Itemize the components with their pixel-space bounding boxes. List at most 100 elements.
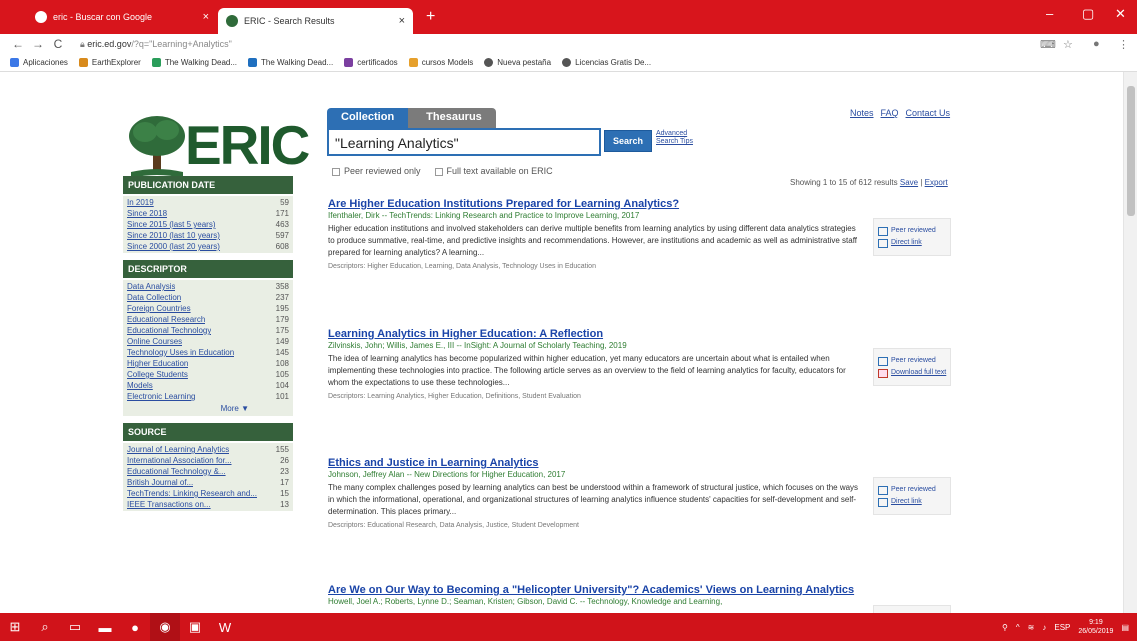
result-title-link[interactable]: Learning Analytics in Higher Education: … bbox=[328, 328, 863, 340]
facet-item[interactable]: Since 2000 (last 20 years) 608 bbox=[127, 241, 289, 252]
pdf-icon bbox=[878, 368, 888, 378]
facet-item[interactable]: Educational Technology &... 23 bbox=[127, 466, 289, 477]
task-view-icon[interactable]: ▭ bbox=[60, 613, 90, 641]
maximize-button[interactable]: ▢ bbox=[1082, 6, 1094, 22]
direct-link[interactable]: Direct link bbox=[878, 496, 946, 508]
save-link[interactable]: Save bbox=[900, 178, 918, 187]
bookmark-item[interactable]: Aplicaciones bbox=[10, 58, 68, 67]
peer-reviewed-icon bbox=[878, 356, 888, 366]
facet-item[interactable]: In 2019 59 bbox=[127, 197, 289, 208]
tab-thesaurus[interactable]: Thesaurus bbox=[408, 108, 496, 128]
result-author: Ifenthaler, Dirk -- TechTrends: Linking … bbox=[328, 211, 640, 220]
address-bar-row: ← → C 🔒︎ eric.ed.gov/?q="Learning+Analyt… bbox=[0, 34, 1137, 54]
new-tab-button[interactable]: + bbox=[426, 9, 435, 25]
bookmark-item[interactable]: The Walking Dead... bbox=[151, 58, 237, 67]
tab-google-search[interactable]: eric - Buscar con Google × bbox=[27, 5, 217, 29]
result-description: The many complex challenges posed by lea… bbox=[328, 483, 859, 516]
tab-close-icon[interactable]: × bbox=[399, 15, 405, 27]
result-author: Zilvinskis, John; Willis, James E., III … bbox=[328, 341, 627, 350]
facet-item[interactable]: Since 2015 (last 5 years) 463 bbox=[127, 219, 289, 230]
file-explorer-icon[interactable]: ▬ bbox=[90, 613, 120, 641]
facet-item[interactable]: Models 104 bbox=[127, 380, 289, 391]
tab-close-icon[interactable]: × bbox=[203, 11, 209, 23]
result-title-link[interactable]: Are We on Our Way to Becoming a "Helicop… bbox=[328, 584, 863, 596]
result-title-link[interactable]: Are Higher Education Institutions Prepar… bbox=[328, 198, 863, 210]
language-indicator[interactable]: ESP bbox=[1054, 623, 1070, 632]
eric-favicon-icon bbox=[226, 15, 238, 27]
url-path: /?q="Learning+Analytics" bbox=[131, 38, 232, 49]
person-icon[interactable]: ⚲ bbox=[1002, 623, 1008, 632]
profile-icon[interactable]: ● bbox=[1093, 38, 1100, 50]
forward-button[interactable]: → bbox=[28, 37, 48, 51]
advanced-search-link[interactable]: Advanced Search Tips bbox=[656, 130, 693, 146]
menu-kebab-icon[interactable]: ⋮ bbox=[1118, 38, 1129, 51]
scrollbar-thumb[interactable] bbox=[1127, 86, 1135, 216]
direct-link[interactable]: Direct link bbox=[878, 237, 946, 249]
facet-item[interactable]: Journal of Learning Analytics 155 bbox=[127, 444, 289, 455]
volume-icon[interactable]: ♪ bbox=[1042, 623, 1046, 632]
clock[interactable]: 9:19 26/05/2019 bbox=[1078, 618, 1113, 636]
bookmark-item[interactable]: The Walking Dead... bbox=[248, 58, 333, 67]
facet-item[interactable]: Foreign Countries 195 bbox=[127, 303, 289, 314]
facet-item[interactable]: TechTrends: Linking Research and... 15 bbox=[127, 488, 289, 499]
bookmark-item[interactable]: EarthExplorer bbox=[78, 58, 141, 67]
firefox-icon[interactable]: ● bbox=[120, 613, 150, 641]
notifications-icon[interactable]: ▤ bbox=[1121, 623, 1129, 632]
bookmark-item[interactable]: certificados bbox=[344, 58, 398, 67]
facet-item[interactable]: Since 2010 (last 10 years) 597 bbox=[127, 230, 289, 241]
facet-item[interactable]: International Association for... 26 bbox=[127, 455, 289, 466]
back-button[interactable]: ← bbox=[8, 37, 28, 51]
bookmark-icon bbox=[248, 58, 258, 67]
download-full-text-link[interactable]: Download full text bbox=[878, 367, 946, 379]
export-link[interactable]: Export bbox=[925, 178, 948, 187]
faq-link[interactable]: FAQ bbox=[881, 108, 899, 118]
bookmark-item[interactable]: Licencias Gratis De... bbox=[562, 58, 651, 67]
tab-collection[interactable]: Collection bbox=[327, 108, 409, 128]
url-field[interactable]: 🔒︎ eric.ed.gov/?q="Learning+Analytics" bbox=[80, 39, 232, 50]
start-button[interactable]: ⊞ bbox=[0, 613, 30, 641]
result-descriptors: Descriptors: Educational Research, Data … bbox=[328, 522, 579, 529]
bookmark-star-icon[interactable]: ☆ bbox=[1063, 38, 1073, 51]
app-icon[interactable]: ▣ bbox=[180, 613, 210, 641]
facet-item[interactable]: IEEE Transactions on... 13 bbox=[127, 499, 289, 510]
eric-logo[interactable]: ERIC bbox=[127, 110, 310, 184]
chrome-icon[interactable]: ◉ bbox=[150, 613, 180, 641]
facet-item[interactable]: Data Analysis 358 bbox=[127, 281, 289, 292]
full-text-filter[interactable]: Full text available on ERIC bbox=[434, 166, 553, 176]
url-host: eric.ed.gov bbox=[87, 38, 132, 49]
chevron-up-icon[interactable]: ^ bbox=[1016, 623, 1020, 632]
search-button[interactable]: Search bbox=[604, 130, 652, 152]
facet-title-source: SOURCE bbox=[123, 423, 293, 441]
tab-title: ERIC - Search Results bbox=[244, 16, 335, 26]
minimize-button[interactable]: – bbox=[1046, 6, 1053, 21]
facet-item[interactable]: British Journal of... 17 bbox=[127, 477, 289, 488]
search-icon[interactable]: ⌕ bbox=[30, 613, 60, 641]
bookmark-icon bbox=[78, 58, 88, 67]
close-window-button[interactable]: ✕ bbox=[1115, 6, 1126, 22]
search-input[interactable]: "Learning Analytics" bbox=[327, 128, 601, 156]
facet-item[interactable]: Educational Technology 175 bbox=[127, 325, 289, 336]
page-scrollbar[interactable] bbox=[1123, 72, 1137, 613]
bookmark-item[interactable]: Nueva pestaña bbox=[484, 58, 551, 67]
word-icon[interactable]: W bbox=[210, 613, 240, 641]
bookmark-item[interactable]: cursos Models bbox=[408, 58, 473, 67]
facet-item[interactable]: Higher Education 108 bbox=[127, 358, 289, 369]
facet-item[interactable]: Educational Research 179 bbox=[127, 314, 289, 325]
facet-item[interactable]: College Students 105 bbox=[127, 369, 289, 380]
notes-link[interactable]: Notes bbox=[850, 108, 874, 118]
result-author: Howell, Joel A.; Roberts, Lynne D.; Seam… bbox=[328, 597, 723, 606]
tab-eric-search-results[interactable]: ERIC - Search Results × bbox=[218, 8, 413, 34]
translate-icon[interactable]: ⌨ bbox=[1040, 38, 1056, 51]
facet-item[interactable]: Data Collection 237 bbox=[127, 292, 289, 303]
facet-item[interactable]: Since 2018 171 bbox=[127, 208, 289, 219]
more-descriptors-link[interactable]: More ▼ bbox=[127, 402, 289, 415]
facet-item[interactable]: Online Courses 149 bbox=[127, 336, 289, 347]
bookmark-icon bbox=[151, 58, 161, 67]
facet-item[interactable]: Electronic Learning 101 bbox=[127, 391, 289, 402]
wifi-icon[interactable]: ≋ bbox=[1028, 623, 1035, 632]
contact-us-link[interactable]: Contact Us bbox=[906, 108, 951, 118]
facet-item[interactable]: Technology Uses in Education 145 bbox=[127, 347, 289, 358]
peer-reviewed-filter[interactable]: Peer reviewed only bbox=[332, 166, 421, 176]
result-title-link[interactable]: Ethics and Justice in Learning Analytics bbox=[328, 457, 863, 469]
reload-button[interactable]: C bbox=[48, 37, 68, 51]
